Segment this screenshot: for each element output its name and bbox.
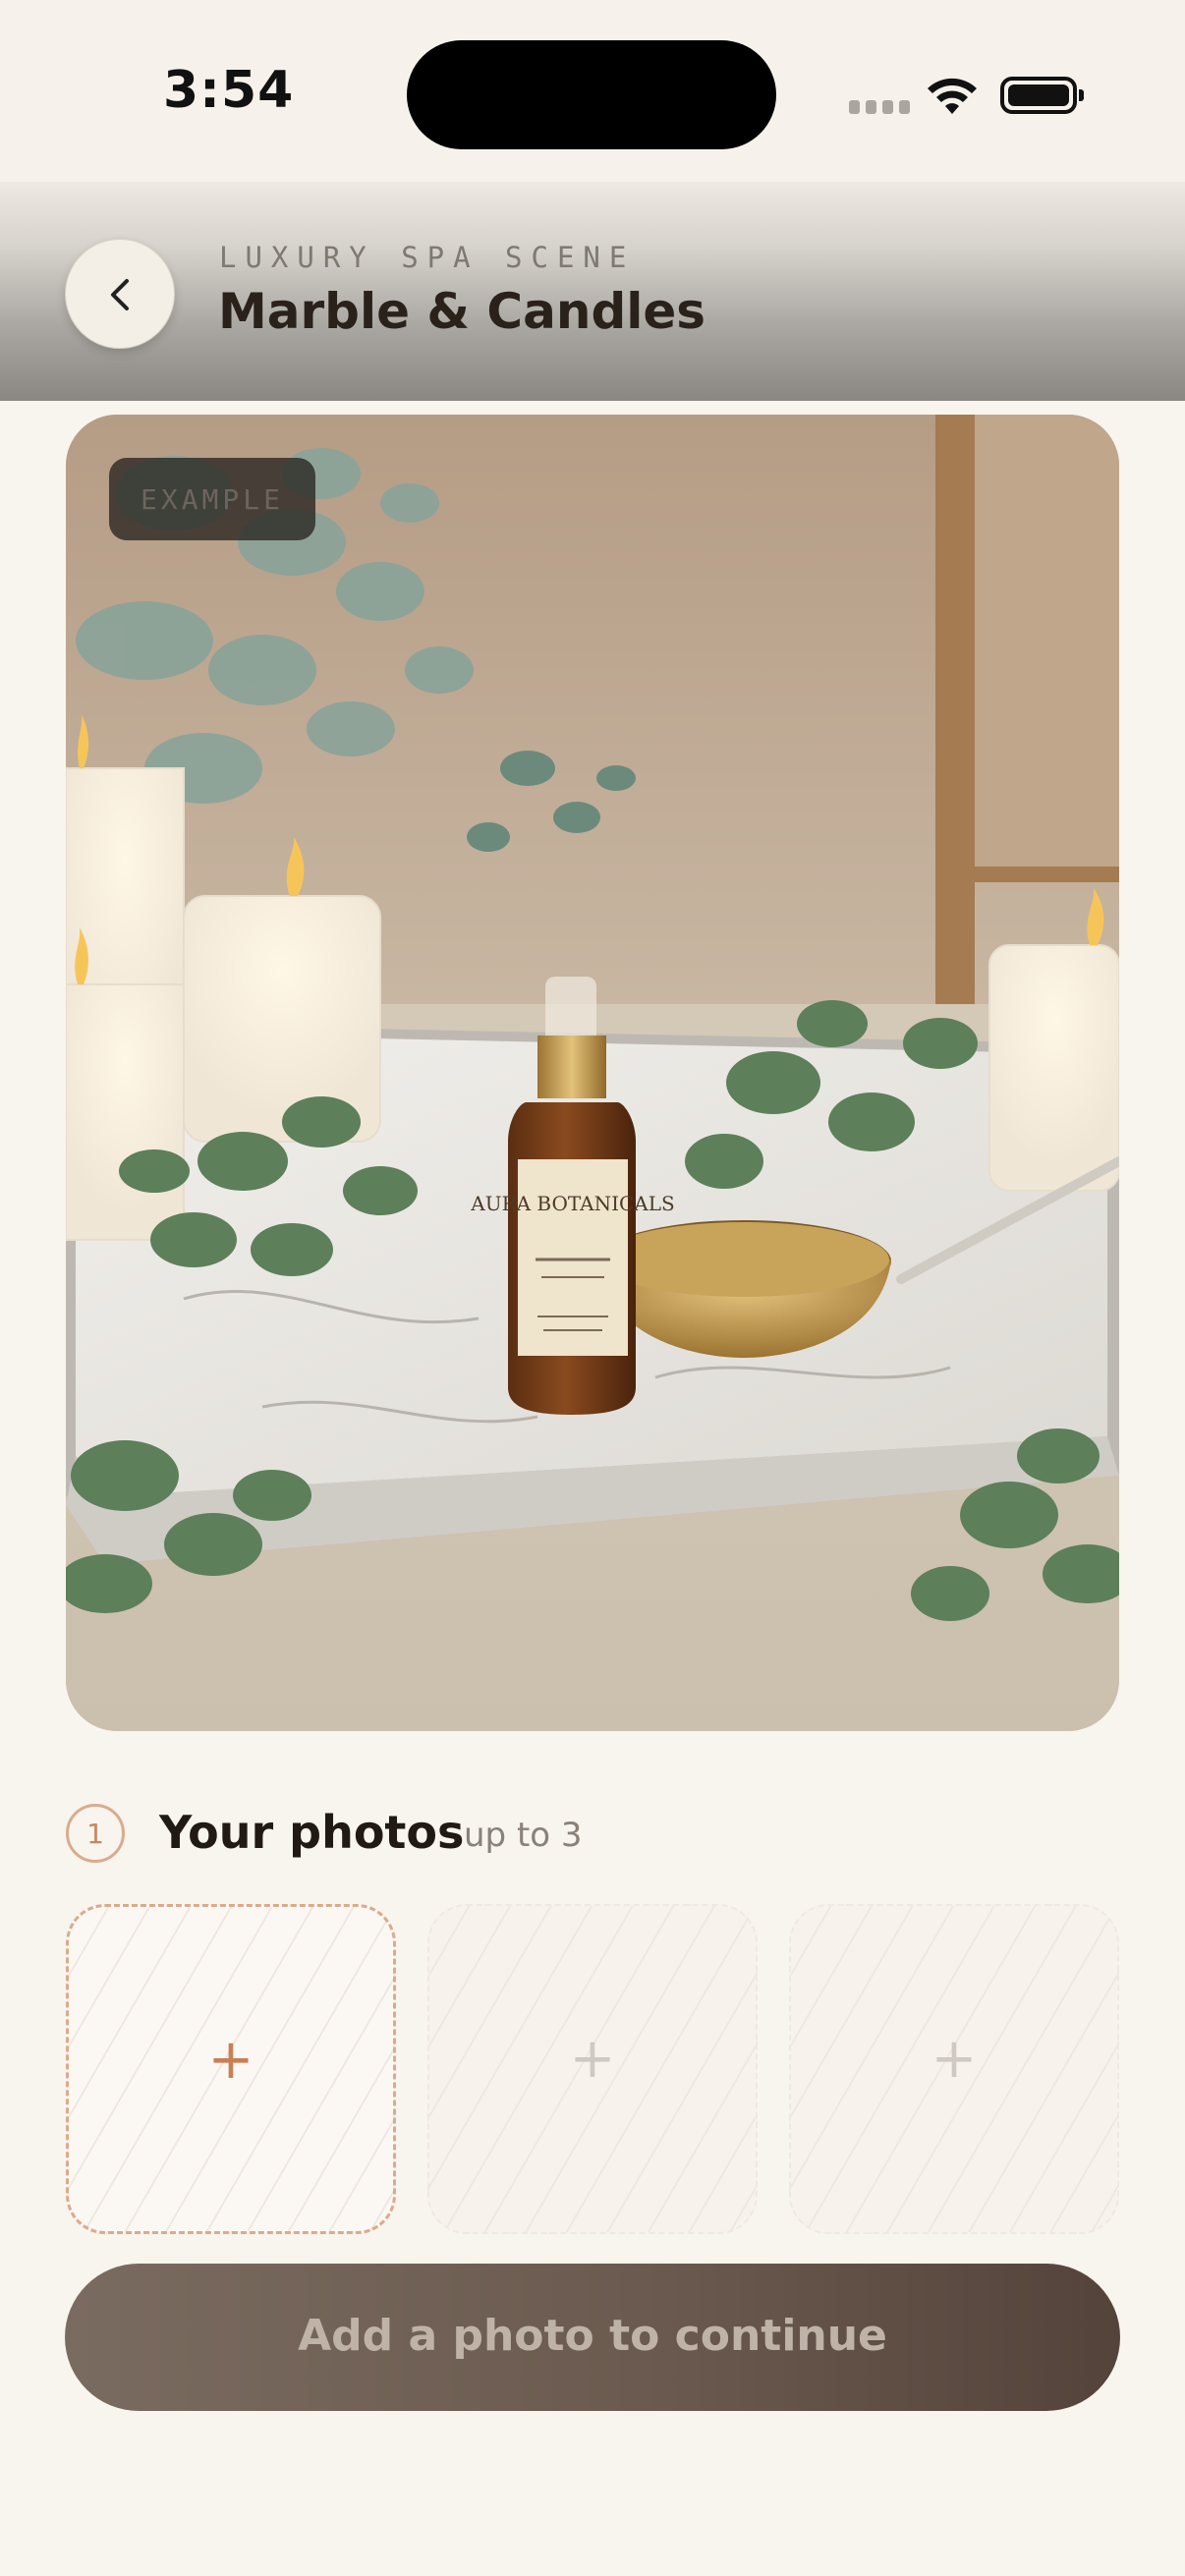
spa-scene-illustration: AURA BOTANICALS [66, 415, 1119, 1731]
continue-button-label: Add a photo to continue [298, 2311, 887, 2361]
photo-slot-1[interactable]: + [66, 1904, 396, 2234]
example-badge-label: EXAMPLE [140, 483, 284, 516]
chevron-left-icon [111, 279, 129, 310]
example-badge: EXAMPLE [109, 458, 315, 540]
example-image: AURA BOTANICALS EXAMPLE [66, 415, 1119, 1731]
step-number: 1 [66, 1804, 125, 1863]
status-bar: 3:54 [0, 0, 1185, 182]
wifi-icon [928, 78, 977, 114]
add-photo-icon: + [207, 2028, 254, 2092]
back-button[interactable] [65, 239, 175, 349]
status-time: 3:54 [163, 61, 295, 120]
page-title: Marble & Candles [218, 283, 706, 340]
dynamic-island [407, 40, 776, 149]
photos-limit-hint: up to 3 [464, 1816, 583, 1855]
photo-slot-2[interactable]: + [427, 1904, 758, 2234]
step-number-label: 1 [86, 1818, 104, 1850]
scene-category: LUXURY SPA SCENE [219, 241, 636, 274]
add-photo-icon: + [569, 2027, 616, 2091]
battery-icon [1000, 77, 1084, 114]
cellular-signal-icon [849, 100, 910, 114]
photo-slot-3[interactable]: + [789, 1904, 1119, 2234]
continue-button[interactable]: Add a photo to continue [65, 2264, 1120, 2411]
header: LUXURY SPA SCENE Marble & Candles [0, 182, 1185, 401]
add-photo-icon: + [931, 2027, 978, 2091]
bottle-label: AURA BOTANICALS [470, 1192, 674, 1215]
photos-section-title: Your photos [159, 1806, 465, 1859]
